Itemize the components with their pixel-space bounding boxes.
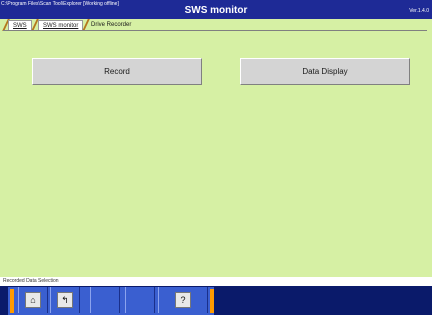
breadcrumb-drive-recorder: Drive Recorder (91, 22, 132, 28)
breadcrumb-underline (3, 30, 427, 31)
toolbar-button-empty[interactable] (125, 287, 155, 313)
status-text: Recorded Data Selection (3, 278, 59, 284)
breadcrumb: SWS SWS monitor Drive Recorder (0, 19, 432, 46)
title-bar: C:\Program Files\Scan Tool\Explorer [Wor… (0, 0, 432, 19)
home-icon: ⌂ (25, 292, 41, 308)
bottom-toolbar: ⌂ ↰ ? (0, 286, 432, 315)
version-label: Ver.1.4.0 (409, 8, 429, 14)
toolbar-button-empty[interactable] (90, 287, 120, 313)
status-bar: Recorded Data Selection (0, 277, 432, 286)
toolbar-bracket-right (210, 289, 214, 313)
back-icon: ↰ (57, 292, 73, 308)
help-icon: ? (175, 292, 191, 308)
home-button[interactable]: ⌂ (18, 287, 48, 313)
record-button[interactable]: Record (32, 58, 202, 85)
help-button[interactable]: ? (158, 287, 208, 313)
sws-monitor-window: C:\Program Files\Scan Tool\Explorer [Wor… (0, 0, 432, 315)
back-button[interactable]: ↰ (50, 287, 80, 313)
toolbar-bracket-left (10, 289, 14, 313)
data-display-button[interactable]: Data Display (240, 58, 410, 85)
app-title: SWS monitor (184, 5, 248, 16)
